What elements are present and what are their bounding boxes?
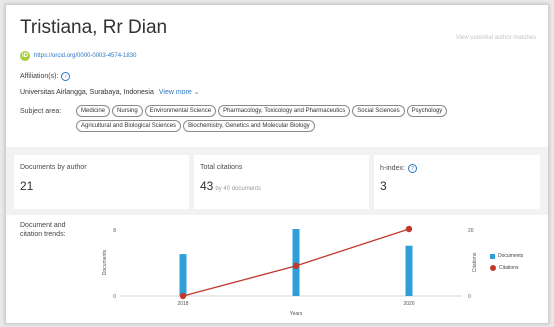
y-tick-label: 0	[113, 294, 116, 300]
x-tick-label: 2018	[177, 301, 188, 307]
documents-bar	[405, 245, 413, 296]
subject-chip[interactable]: Social Sciences	[352, 105, 405, 117]
legend-item-citations[interactable]: Citations	[490, 265, 523, 271]
documents-label: Documents by author	[20, 164, 87, 171]
chevron-down-icon: ⌄	[193, 89, 200, 96]
view-more-link[interactable]: View more ⌄	[159, 89, 200, 96]
subject-chip[interactable]: Psychology	[406, 105, 448, 117]
citations-point	[405, 225, 413, 233]
documents-card[interactable]: Documents by author 21	[14, 155, 189, 209]
subject-area-chips: Medicine Nursing Environmental Science P…	[76, 105, 546, 132]
citations-value: 43	[200, 179, 214, 193]
chart-legend: Documents Citations	[490, 253, 523, 277]
view-potential-matches-link[interactable]: View potential author matches	[456, 35, 536, 41]
affiliation-value: Universitas Airlangga, Surabaya, Indones…	[20, 88, 200, 96]
y-axis-label: Documents	[102, 249, 108, 275]
h-index-value: 3	[380, 179, 387, 193]
subject-chip[interactable]: Agricultural and Biological Sciences	[76, 120, 182, 132]
h-index-info-icon[interactable]: ?	[407, 164, 417, 173]
orcid-icon: iD	[20, 51, 30, 61]
citations-legend-swatch	[490, 265, 496, 271]
citations-point	[179, 292, 187, 300]
citations-label: Total citations	[200, 164, 243, 171]
trend-title: Document and citation trends:	[20, 222, 66, 238]
view-more-label: View more	[158, 89, 192, 96]
citations-sub: by 40 documents	[215, 186, 262, 192]
h-index-card[interactable]: h-index:? 3	[374, 155, 540, 209]
documents-bar	[292, 229, 300, 296]
y2-tick-label: 20	[468, 228, 474, 234]
subject-chip[interactable]: Biochemistry, Genetics and Molecular Bio…	[183, 120, 315, 132]
subject-chip[interactable]: Nursing	[112, 105, 143, 117]
affiliation-label-text: Affiliation(s):	[20, 73, 59, 80]
info-icon[interactable]: i	[61, 72, 71, 81]
documents-legend-swatch	[490, 253, 495, 259]
citations-point	[292, 262, 300, 270]
trend-chart: 8 0 20 0 Documents Citations 2018 2020 Years	[102, 225, 478, 317]
subject-chip[interactable]: Medicine	[76, 105, 111, 117]
subject-chip[interactable]: Environmental Science	[144, 105, 217, 117]
affiliation-label: Affiliation(s): i	[20, 72, 71, 81]
subject-area-label: Subject area:	[20, 108, 62, 115]
citations-card[interactable]: Total citations 43 by 40 documents	[194, 155, 369, 209]
author-name: Tristiana, Rr Dian	[20, 17, 168, 38]
y-tick-label: 8	[113, 228, 116, 234]
orcid-row: iD https://orcid.org/0000-0003-4574-1830	[20, 51, 136, 61]
legend-label-documents: Documents	[498, 253, 524, 259]
subject-chip[interactable]: Pharmacology, Toxicology and Pharmaceuti…	[218, 105, 351, 117]
legend-item-documents[interactable]: Documents	[490, 253, 523, 259]
documents-bar	[179, 254, 187, 296]
orcid-link[interactable]: https://orcid.org/0000-0003-4574-1830	[34, 53, 136, 59]
h-index-label-text: h-index:	[380, 165, 405, 172]
documents-value: 21	[20, 179, 34, 193]
affiliation-text: Universitas Airlangga, Surabaya, Indones…	[20, 89, 154, 96]
h-index-label: h-index:?	[380, 164, 417, 173]
y2-axis-label: Citations	[472, 252, 478, 272]
x-tick-label: 2020	[403, 301, 414, 307]
legend-label-citations: Citations	[499, 265, 519, 271]
citations-value-row: 43 by 40 documents	[200, 179, 261, 193]
y2-tick-label: 0	[468, 294, 471, 300]
author-profile-panel: Tristiana, Rr Dian View potential author…	[5, 4, 549, 324]
x-axis-label: Years	[290, 311, 303, 317]
